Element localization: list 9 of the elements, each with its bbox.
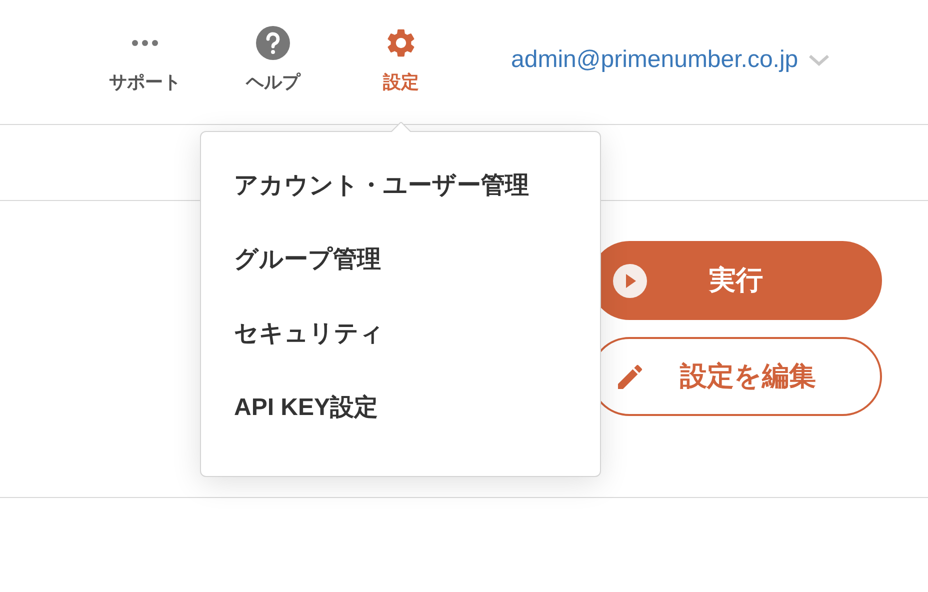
nav-tab[interactable]: サポート: [95, 22, 195, 102]
menu-item[interactable]: アカウント・ユーザー管理: [234, 168, 600, 204]
chevron-down-icon: [808, 54, 830, 66]
account-menu[interactable]: admin@primenumber.co.jp: [511, 42, 830, 78]
nav-tab[interactable]: ヘルプ: [223, 22, 323, 102]
more-icon: [131, 39, 159, 47]
nav-tab[interactable]: 設定: [351, 22, 451, 102]
help-icon: [256, 26, 290, 60]
play-icon: [612, 262, 648, 298]
